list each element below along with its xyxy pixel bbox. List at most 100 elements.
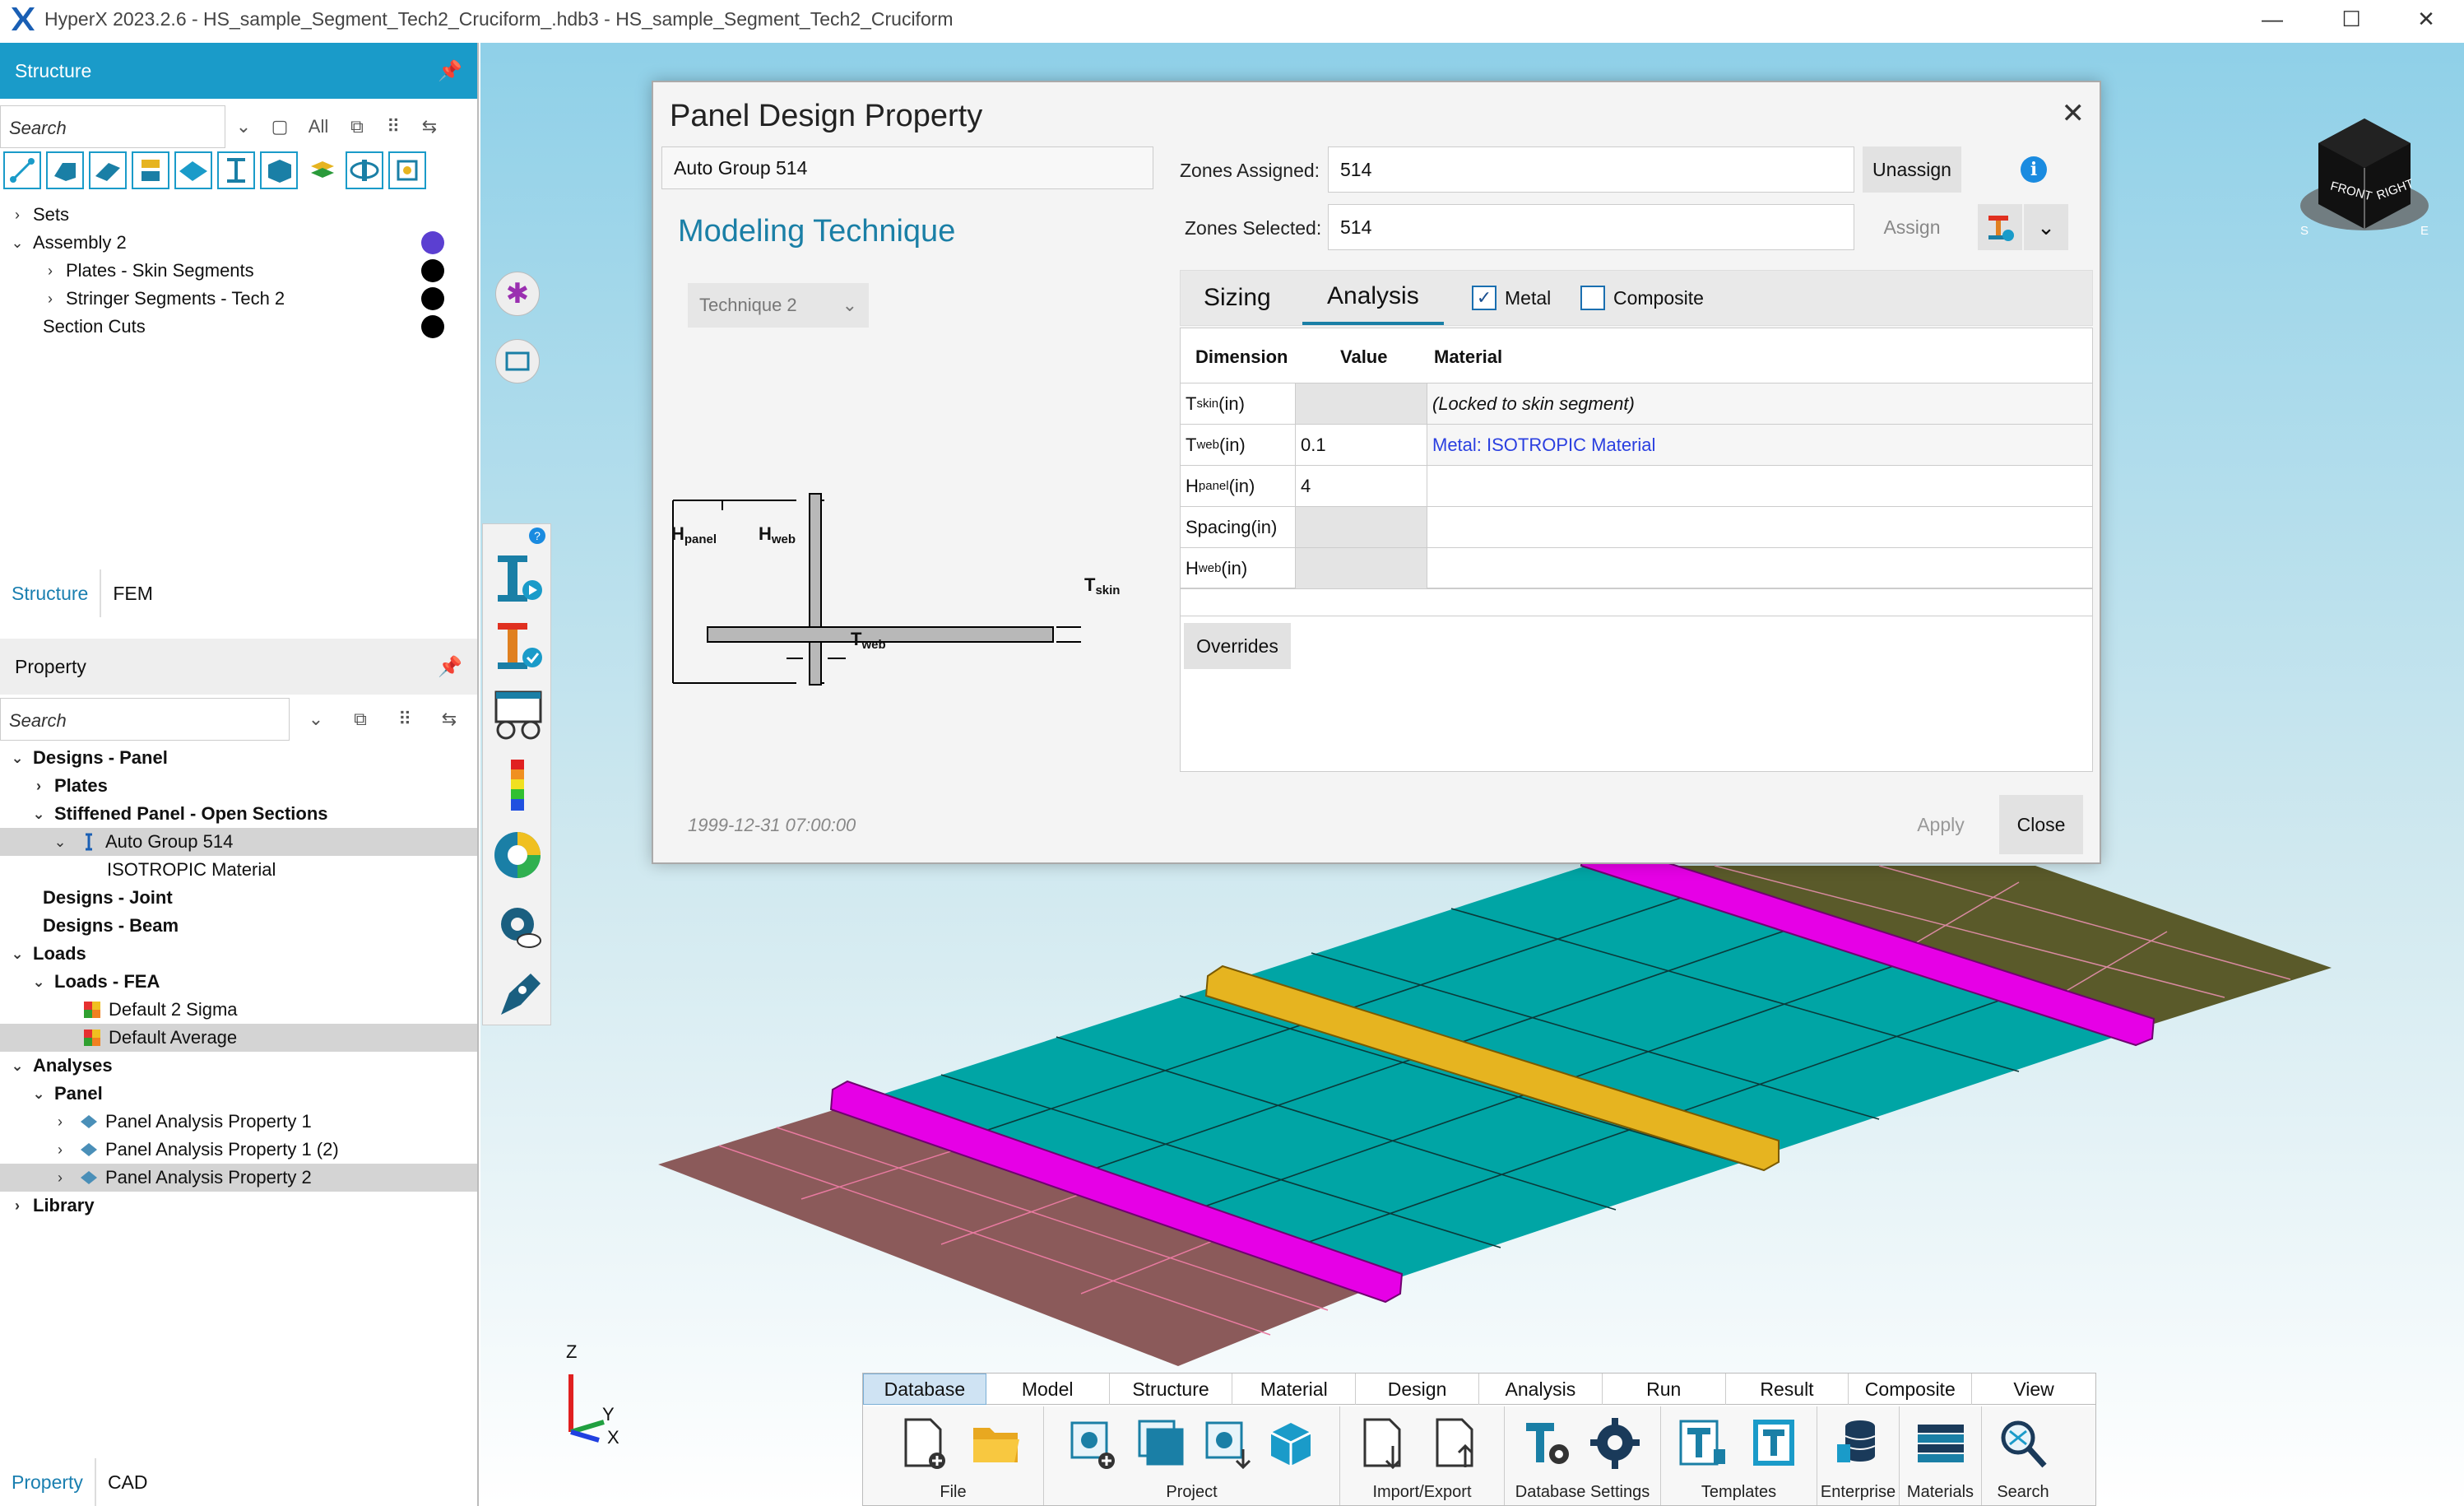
color-wheel-icon[interactable]: [491, 829, 544, 881]
ibeam-filter-icon[interactable]: [217, 151, 255, 189]
ribbon-tab-database[interactable]: Database: [863, 1374, 986, 1405]
close-button[interactable]: Close: [1999, 795, 2083, 854]
expand-icon[interactable]: ›: [8, 207, 26, 224]
ribbon-tab-structure[interactable]: Structure: [1110, 1374, 1233, 1405]
tree-item-analyses[interactable]: ⌄ Analyses: [0, 1052, 477, 1080]
ribbon-tab-composite[interactable]: Composite: [1849, 1374, 1973, 1405]
structure-search-input[interactable]: Search: [0, 105, 225, 148]
tab-property[interactable]: Property: [0, 1458, 95, 1506]
material-link[interactable]: Metal: ISOTROPIC Material: [1427, 425, 2092, 465]
tree-item-panel-analysis-1-2[interactable]: › Panel Analysis Property 1 (2): [0, 1136, 477, 1164]
box-filter-icon[interactable]: [260, 151, 298, 189]
project-copy-icon[interactable]: [1135, 1416, 1187, 1472]
apply-button[interactable]: Apply: [1900, 795, 1981, 854]
tree-item-plates-skin[interactable]: › Plates - Skin Segments: [0, 257, 477, 285]
tree-item-designs-beam[interactable]: Designs - Beam: [0, 912, 477, 940]
grid-filter-icon[interactable]: [388, 151, 426, 189]
tree-item-designs-joint[interactable]: Designs - Joint: [0, 884, 477, 912]
chevron-down-icon[interactable]: ⌄: [225, 109, 262, 145]
maximize-button[interactable]: ☐: [2313, 0, 2389, 38]
tree-item-stiffened-panel[interactable]: ⌄ Stiffened Panel - Open Sections: [0, 800, 477, 828]
collapse-icon[interactable]: ⌄: [30, 806, 48, 823]
fastener-filter-icon[interactable]: [346, 151, 383, 189]
ribbon-tab-view[interactable]: View: [1972, 1374, 2095, 1405]
collapse-icon[interactable]: ⌄: [30, 974, 48, 991]
collapse-icon[interactable]: ⌄: [8, 946, 26, 963]
tree-item-section-cuts[interactable]: Section Cuts: [0, 313, 477, 341]
panel-filter-icon[interactable]: [174, 151, 212, 189]
viewer-glasses-icon[interactable]: [493, 689, 544, 741]
collapse-icon[interactable]: ⌄: [51, 834, 69, 851]
expand-icon[interactable]: ›: [8, 1197, 26, 1215]
beam-filter-icon[interactable]: [132, 151, 169, 189]
tab-sizing[interactable]: Sizing: [1204, 271, 1271, 325]
color-dot[interactable]: [421, 259, 444, 282]
contour-legend-icon[interactable]: [504, 758, 532, 814]
tree-item-loads-fea[interactable]: ⌄ Loads - FEA: [0, 968, 477, 996]
tree-item-default-average[interactable]: Default Average: [0, 1024, 477, 1052]
collapse-icon[interactable]: ⌄: [8, 235, 26, 252]
zones-selected-input[interactable]: 514: [1328, 204, 1854, 250]
unassign-button[interactable]: Unassign: [1863, 146, 1961, 193]
materials-stack-icon[interactable]: [1914, 1416, 1967, 1472]
filter-all-button[interactable]: All: [298, 109, 339, 145]
tree-item-sets[interactable]: › Sets: [0, 201, 477, 229]
tree-item-stringer-segments[interactable]: › Stringer Segments - Tech 2: [0, 285, 477, 313]
settings-view-icon[interactable]: [493, 899, 545, 952]
expand-icon[interactable]: ›: [51, 1169, 69, 1187]
project-box-icon[interactable]: [1264, 1416, 1317, 1472]
info-icon[interactable]: i: [2021, 156, 2047, 183]
collapse-icon[interactable]: ⌄: [30, 1085, 48, 1103]
expand-icon[interactable]: ›: [41, 263, 59, 280]
value-input[interactable]: 4: [1296, 466, 1427, 506]
cube-filter-icon[interactable]: ▢: [262, 109, 298, 145]
tree-item-plates[interactable]: › Plates: [0, 772, 477, 800]
viewcube-e-label[interactable]: E: [2420, 224, 2429, 238]
chevron-down-icon[interactable]: ⌄: [298, 701, 334, 737]
help-icon[interactable]: ?: [529, 528, 545, 544]
pen-annotate-icon[interactable]: [493, 969, 545, 1021]
metal-check-icon[interactable]: ✓: [1472, 286, 1496, 310]
export-icon[interactable]: [1429, 1416, 1482, 1472]
ribbon-tab-material[interactable]: Material: [1232, 1374, 1357, 1405]
template-library-icon[interactable]: [1747, 1416, 1799, 1472]
layers-filter-icon[interactable]: [303, 151, 341, 189]
tree-item-auto-group-514[interactable]: ⌄ Auto Group 514: [0, 828, 477, 856]
project-import-icon[interactable]: [1202, 1416, 1255, 1472]
database-icon[interactable]: [1832, 1416, 1885, 1472]
pin-icon[interactable]: 📌: [438, 59, 462, 83]
plate-filter-icon[interactable]: [89, 151, 127, 189]
metal-checkbox[interactable]: ✓ Metal: [1472, 286, 1551, 310]
collapse-all-icon[interactable]: ⧉: [339, 109, 375, 145]
tab-cad[interactable]: CAD: [94, 1458, 473, 1506]
design-name-field[interactable]: Auto Group 514: [661, 146, 1153, 189]
tree-item-panel-analysis-2[interactable]: › Panel Analysis Property 2: [0, 1164, 477, 1192]
zoom-box-icon[interactable]: [495, 339, 540, 383]
template-settings-icon[interactable]: [1521, 1416, 1574, 1472]
expand-icon[interactable]: ›: [51, 1141, 69, 1159]
tree-item-library[interactable]: › Library: [0, 1192, 477, 1220]
sizing-run-icon[interactable]: [494, 552, 544, 605]
ribbon-tab-design[interactable]: Design: [1356, 1374, 1479, 1405]
technique-select[interactable]: Technique 2 ⌄: [688, 283, 869, 328]
chevron-down-icon[interactable]: ⌄: [2024, 204, 2068, 250]
tree-item-assembly[interactable]: ⌄ Assembly 2: [0, 229, 477, 257]
dialog-close-icon[interactable]: ✕: [2062, 97, 2086, 130]
color-dot[interactable]: [421, 287, 444, 310]
import-icon[interactable]: [1357, 1416, 1409, 1472]
composite-checkbox[interactable]: Composite: [1580, 286, 1704, 310]
close-window-button[interactable]: ✕: [2388, 0, 2464, 38]
sync-icon[interactable]: ⇆: [431, 701, 467, 737]
tree-item-isotropic-material[interactable]: ISOTROPIC Material: [0, 856, 477, 884]
rotate-center-icon[interactable]: ✱: [495, 272, 540, 316]
collapse-icon[interactable]: ⌄: [8, 750, 26, 767]
zones-assigned-input[interactable]: 514: [1328, 146, 1854, 193]
minimize-button[interactable]: —: [2234, 0, 2310, 38]
overrides-button[interactable]: Overrides: [1184, 623, 1291, 669]
ribbon-tab-run[interactable]: Run: [1603, 1374, 1726, 1405]
tree-item-default-2-sigma[interactable]: Default 2 Sigma: [0, 996, 477, 1024]
analysis-check-icon[interactable]: [494, 620, 544, 672]
view-cube[interactable]: FRONT RIGHT S E: [2290, 102, 2438, 250]
sync-icon[interactable]: ⇆: [411, 109, 448, 145]
expand-icon[interactable]: ›: [30, 778, 48, 795]
